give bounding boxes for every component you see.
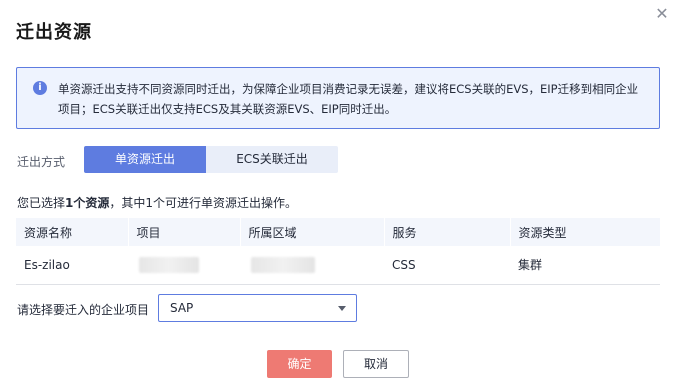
redacted-region [251,256,315,273]
column-header-name: 资源名称 [16,218,129,246]
table-row: Es-zilao CSS 集群 [16,246,660,285]
target-project-value: SAP [170,301,194,315]
tab-single-resource[interactable]: 单资源迁出 [84,146,206,173]
cell-resource-name: Es-zilao [16,246,128,285]
target-project-label: 请选择要迁入的企业项目 [17,303,150,317]
cell-region [240,246,384,285]
column-header-type: 资源类型 [510,218,660,246]
close-icon[interactable]: ✕ [652,4,672,24]
cell-service: CSS [384,246,510,285]
summary-prefix: 您已选择 [17,196,66,210]
cell-project [128,246,240,285]
target-project-select[interactable]: SAP [158,294,357,322]
chevron-down-icon [338,306,346,311]
cancel-button[interactable]: 取消 [343,350,409,378]
table-header-row: 资源名称 项目 所属区域 服务 资源类型 [16,218,660,246]
tab-ecs-associated[interactable]: ECS关联迁出 [206,146,338,173]
info-box: i 单资源迁出支持不同资源同时迁出，为保障企业项目消费记录无误差，建议将ECS关… [16,67,660,129]
summary-count: 1个资源 [65,196,110,210]
dialog-title: 迁出资源 [16,22,92,43]
confirm-button[interactable]: 确定 [267,350,332,378]
selected-summary: 您已选择1个资源，其中1个可进行单资源迁出操作。 [17,194,297,211]
resource-table: 资源名称 项目 所属区域 服务 资源类型 Es-zilao CSS 集群 [16,218,660,285]
migration-mode-label: 迁出方式 [17,155,66,169]
cell-resource-type: 集群 [510,246,660,285]
info-icon: i [33,81,47,95]
summary-suffix: ，其中1个可进行单资源迁出操作。 [109,196,298,210]
info-text: 单资源迁出支持不同资源同时迁出，为保障企业项目消费记录无误差，建议将ECS关联的… [58,82,639,116]
column-header-service: 服务 [384,218,511,246]
redacted-project [139,256,199,273]
column-header-project: 项目 [128,218,241,246]
column-header-region: 所属区域 [240,218,385,246]
